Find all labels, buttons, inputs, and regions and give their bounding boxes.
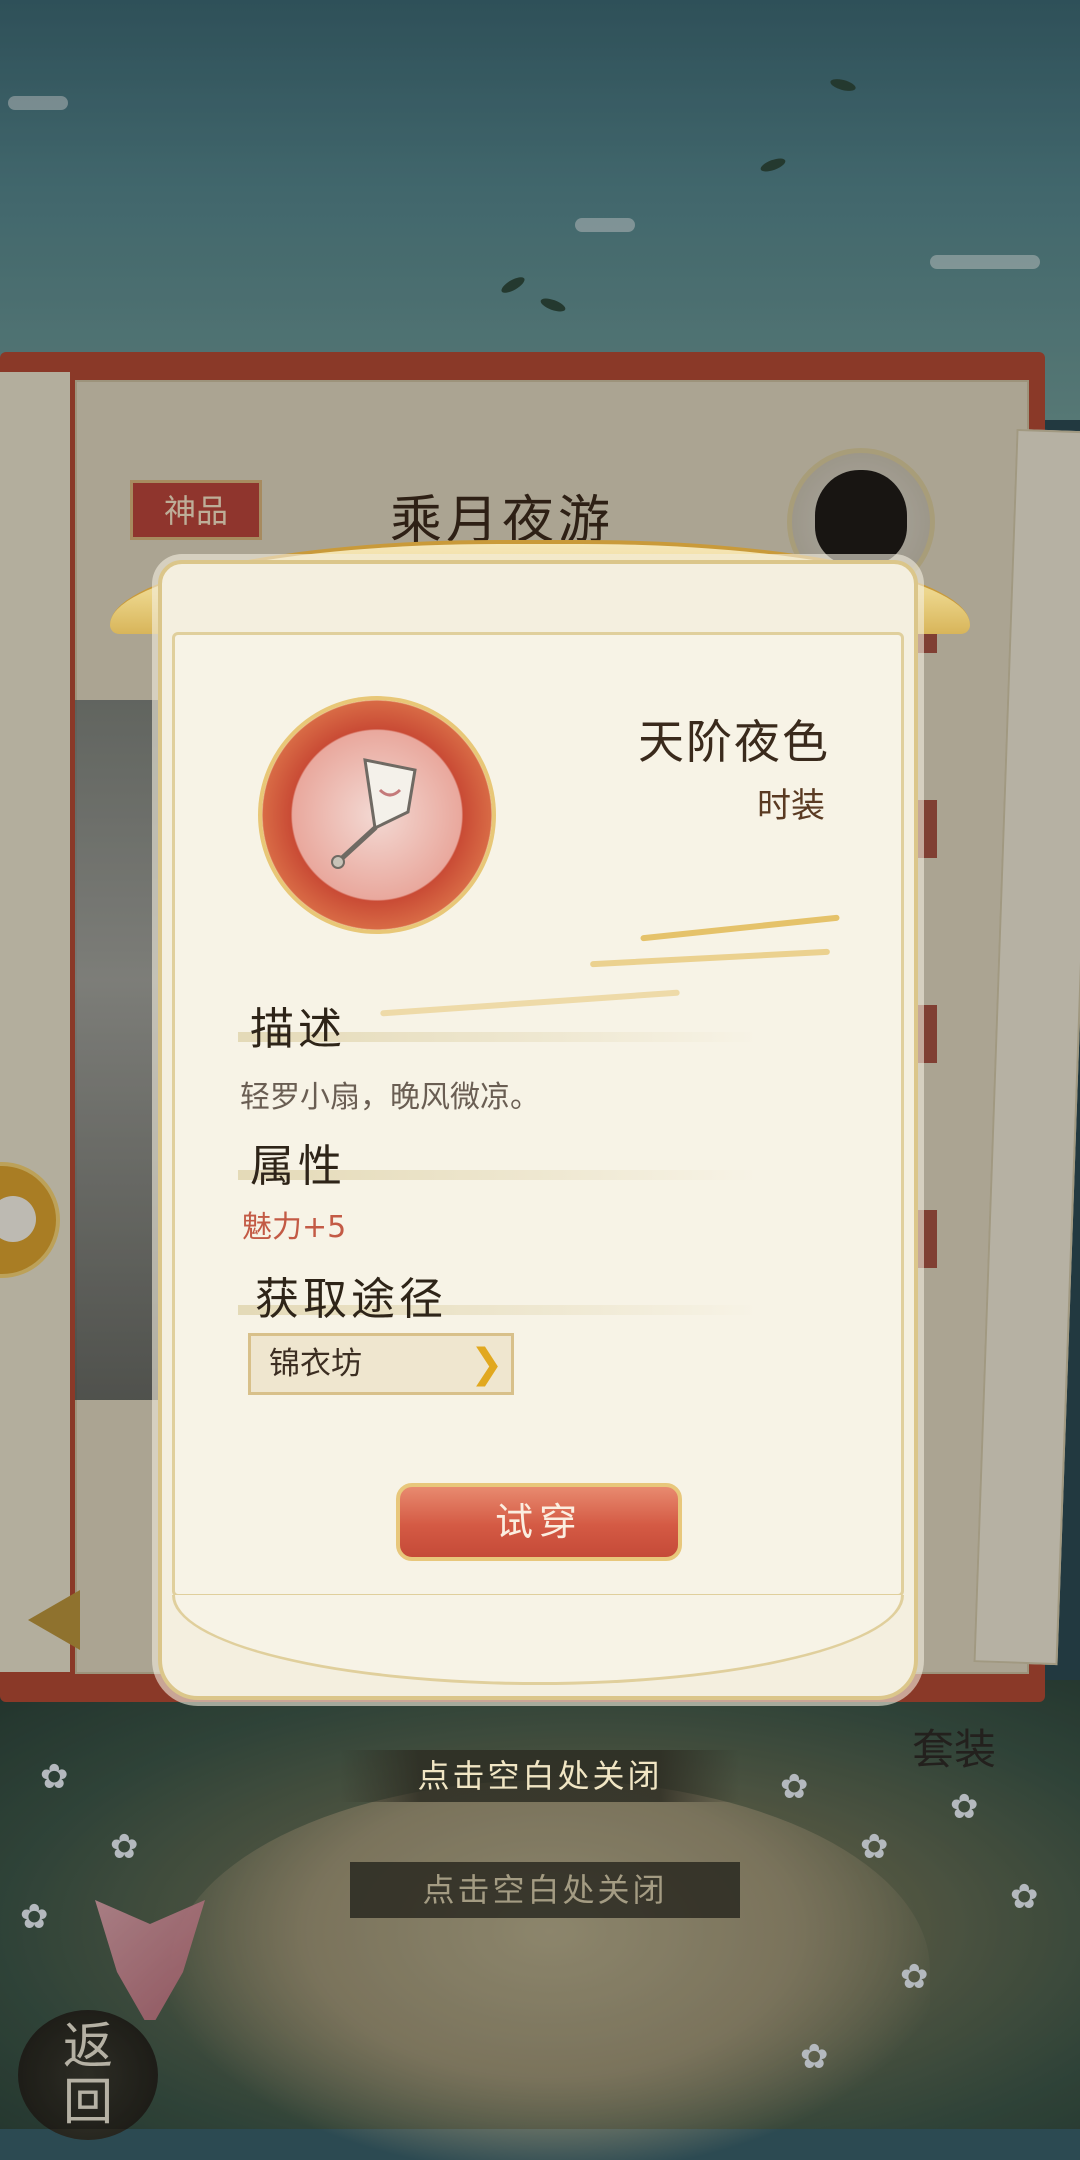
source-title: 获取途径 [255, 1274, 447, 1325]
item-type: 时装 [757, 786, 825, 826]
description-title: 描述 [250, 1004, 346, 1055]
chevron-right-icon: ❯ [470, 1341, 504, 1387]
item-name: 天阶夜色 [638, 715, 830, 769]
item-attribute: 魅力+5 [242, 1210, 347, 1245]
try-on-button[interactable]: 试穿 [396, 1483, 682, 1561]
item-description: 轻罗小扇，晚风微凉。 [240, 1080, 540, 1115]
fan-icon [331, 758, 417, 869]
close-hint: 点击空白处关闭 [340, 1750, 740, 1802]
attribute-title: 属性 [250, 1141, 346, 1192]
source-label: 锦衣坊 [269, 1346, 362, 1382]
